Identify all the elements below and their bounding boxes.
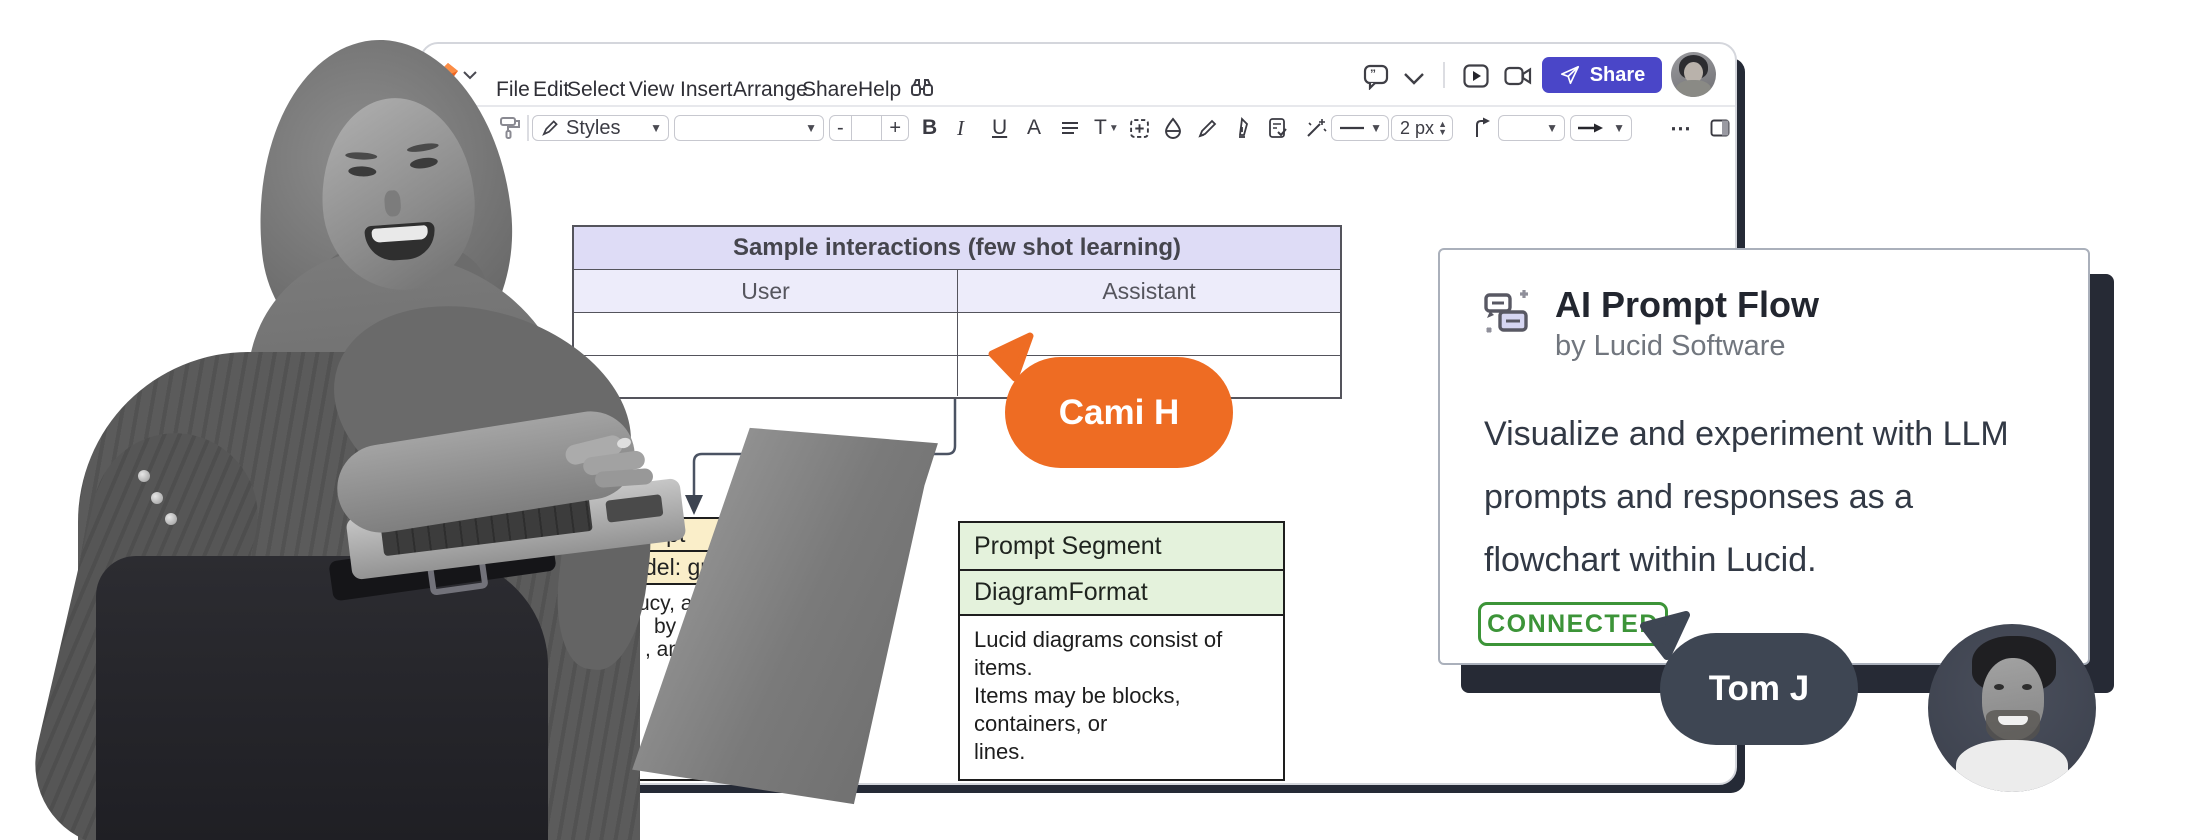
video-camera-icon[interactable] <box>1504 66 1532 86</box>
collaborator-avatar-tom <box>1928 624 2096 792</box>
line-style-dropdown[interactable]: ▼ <box>1331 115 1389 141</box>
share-button-label: Share <box>1590 64 1646 87</box>
fill-color-icon[interactable] <box>1160 115 1186 141</box>
arrowhead-dropdown[interactable]: ▼ <box>1570 115 1632 141</box>
card-byline: by Lucid Software <box>1555 330 1786 363</box>
right-panel-toggle-icon[interactable] <box>1707 115 1733 141</box>
connector-style-dropdown[interactable]: ▼ <box>1498 115 1565 141</box>
woman-with-laptop-photo <box>0 0 1000 840</box>
share-button[interactable]: Share <box>1542 57 1662 93</box>
segment-header1: Prompt Segment <box>960 523 1283 571</box>
line-width-down-icon: ▼ <box>1438 128 1447 136</box>
text-color-button[interactable]: A <box>1027 115 1041 141</box>
cursor-label-cami: Cami H <box>1005 357 1233 468</box>
card-description: Visualize and experiment with LLM prompt… <box>1484 403 2009 592</box>
cursor-label-tom: Tom J <box>1660 633 1858 745</box>
ai-prompt-flow-icon <box>1482 288 1532 336</box>
connector-elbow-icon[interactable] <box>1468 115 1494 141</box>
shape-options-icon[interactable] <box>1126 115 1152 141</box>
titlebar-divider <box>1443 62 1445 88</box>
present-play-button[interactable] <box>1463 64 1489 88</box>
more-tools-button[interactable]: ⋯ <box>1670 115 1692 141</box>
prompt-segment-table[interactable]: Prompt Segment DiagramFormat Lucid diagr… <box>958 521 1285 781</box>
jeans <box>96 556 548 840</box>
line-width-stepper[interactable]: 2 px ▲▼ <box>1391 115 1453 141</box>
segment-header2: DiagramFormat <box>960 571 1283 616</box>
text-align-button[interactable] <box>1058 115 1082 141</box>
card-title: AI Prompt Flow <box>1555 284 1819 326</box>
ink-pen-icon[interactable] <box>1229 115 1255 141</box>
stage: File Edit Select View Insert Arrange Sha… <box>0 0 2200 840</box>
smile <box>364 222 436 263</box>
sample-col-assistant: Assistant <box>957 270 1340 312</box>
line-width-value: 2 px <box>1400 118 1434 139</box>
presence-chevron-down-icon[interactable] <box>1403 72 1425 86</box>
segment-body: Lucid diagrams consist of items. Items m… <box>960 616 1283 766</box>
magic-wand-icon[interactable] <box>1302 115 1330 141</box>
hand <box>565 430 665 492</box>
svg-text:”: ” <box>1370 67 1376 81</box>
pencil-icon[interactable] <box>1195 115 1221 141</box>
text-options-button[interactable]: T▼ <box>1094 115 1119 141</box>
current-user-avatar[interactable] <box>1671 52 1716 97</box>
ai-prompt-flow-card: AI Prompt Flow by Lucid Software Visuali… <box>1438 248 2090 665</box>
paper-plane-icon <box>1559 64 1581 86</box>
notes-check-icon[interactable] <box>1264 115 1292 141</box>
comments-button[interactable]: ” <box>1363 64 1389 90</box>
